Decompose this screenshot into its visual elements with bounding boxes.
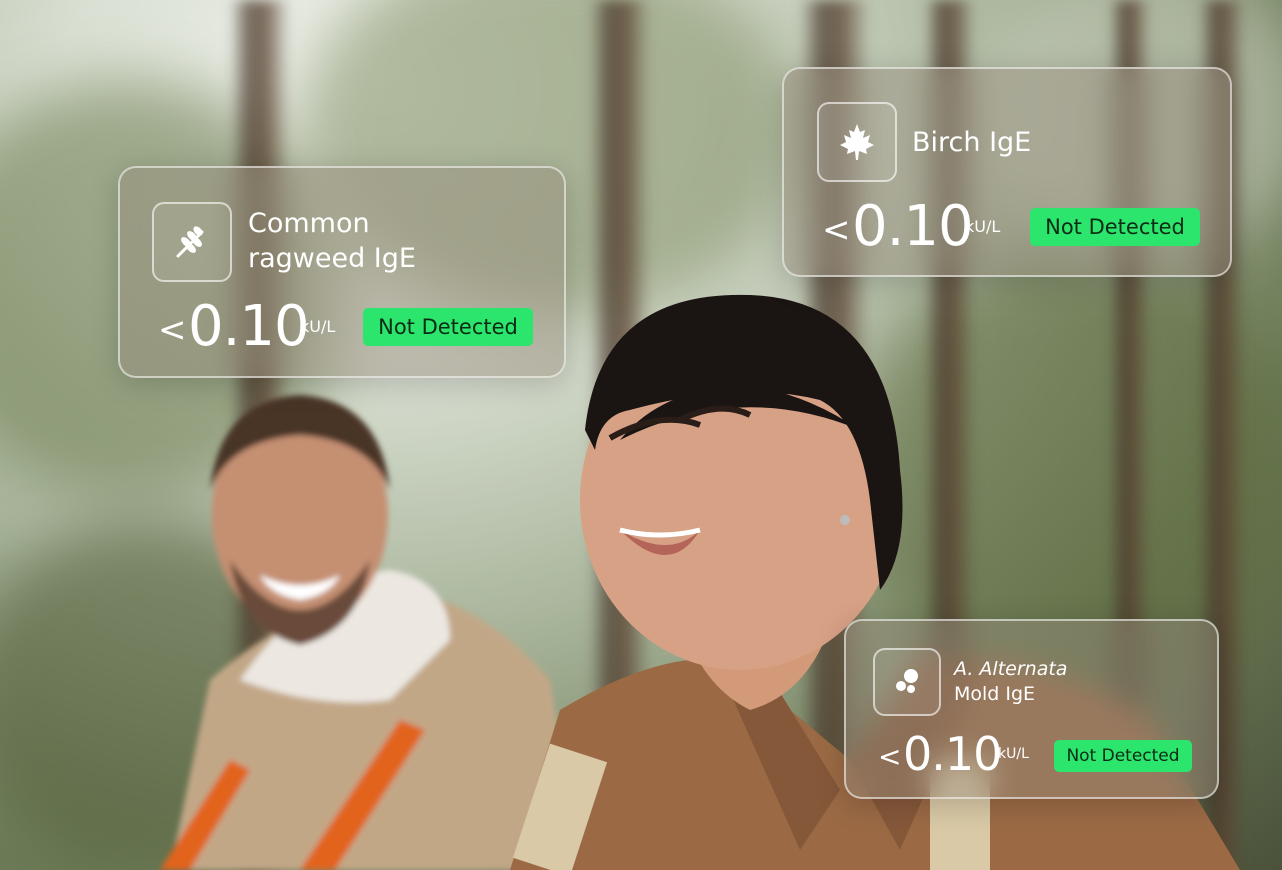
allergen-card-birch: Birch IgE < 0.10 kU/L Not Detected: [782, 67, 1232, 277]
result-unit: kU/L: [300, 317, 336, 336]
status-badge: Not Detected: [363, 308, 533, 346]
status-badge: Not Detected: [1054, 740, 1192, 772]
allergen-card-alternata: A. Alternata Mold IgE < 0.10 kU/L Not De…: [844, 619, 1219, 799]
result-value: 0.10: [852, 194, 974, 259]
result-unit: kU/L: [998, 746, 1029, 762]
result-value: 0.10: [188, 294, 310, 359]
less-than-symbol: <: [822, 210, 851, 250]
maple-leaf-icon: [817, 102, 897, 182]
photo-scene: Common ragweed IgE < 0.10 kU/L Not Detec…: [0, 0, 1282, 870]
allergen-card-ragweed: Common ragweed IgE < 0.10 kU/L Not Detec…: [118, 166, 566, 378]
allergen-title: A. Alternata Mold IgE: [954, 658, 1068, 705]
result-unit: kU/L: [965, 217, 1001, 236]
mold-spores-icon: [873, 648, 941, 716]
less-than-symbol: <: [158, 310, 187, 350]
status-badge: Not Detected: [1030, 208, 1200, 246]
result-value: 0.10: [903, 727, 1002, 781]
wheat-icon: [152, 202, 232, 282]
less-than-symbol: <: [878, 740, 902, 773]
allergen-title: Birch IgE: [912, 127, 1032, 158]
allergen-title: Common ragweed IgE: [248, 208, 416, 275]
